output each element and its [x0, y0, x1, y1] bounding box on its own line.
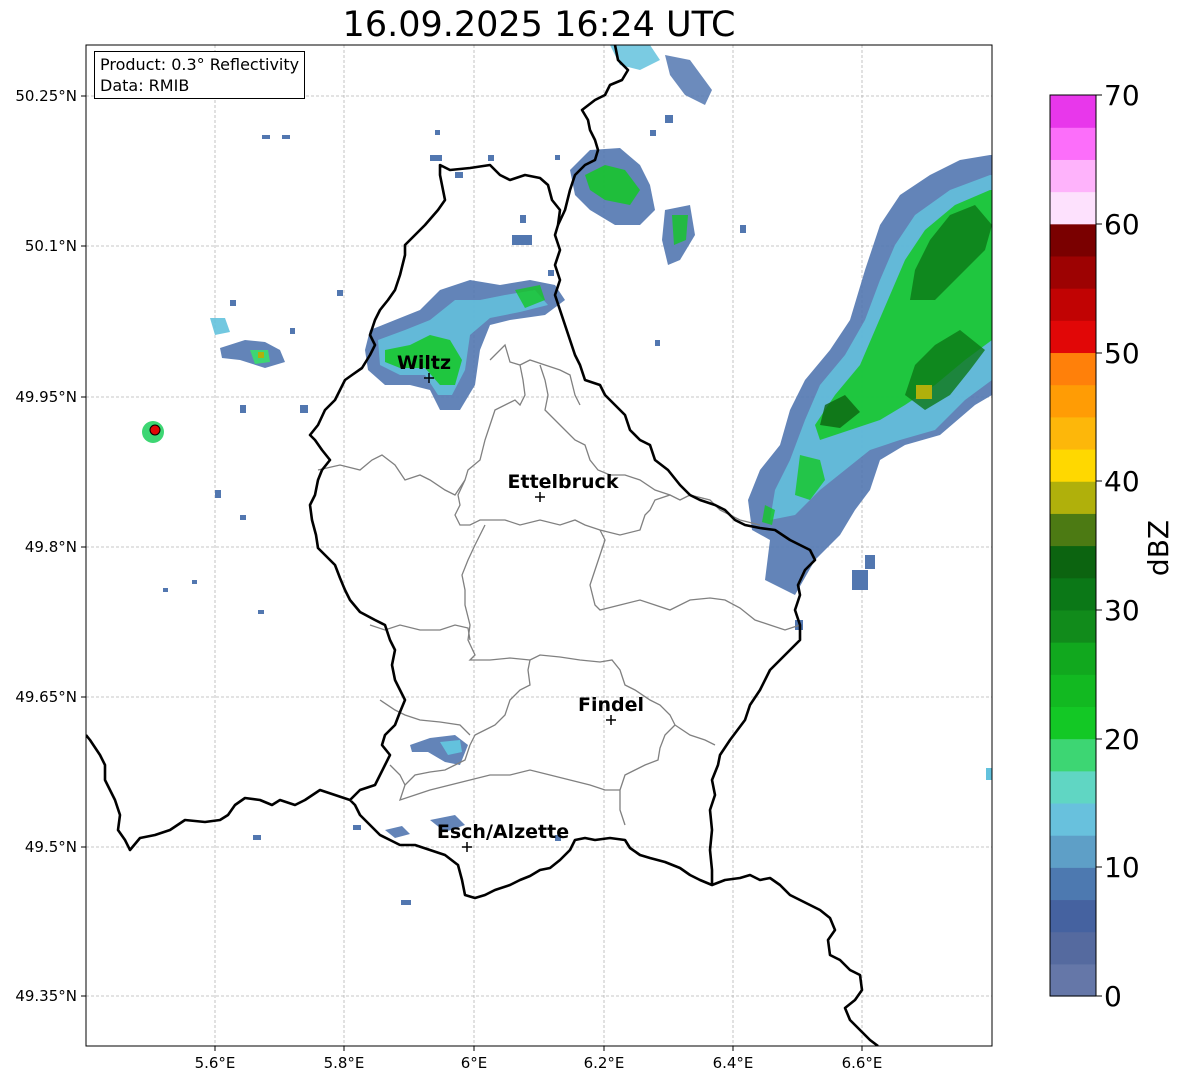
- colorbar-tick-label: 60: [1104, 208, 1140, 241]
- colorbar-segment: [1050, 513, 1096, 547]
- colorbar-segment: [1050, 288, 1096, 321]
- colorbar-segment: [1050, 770, 1096, 804]
- colorbar-segment: [1050, 931, 1096, 965]
- colorbar-segment: [1050, 577, 1096, 611]
- city-label-esch: Esch/Alzette: [437, 821, 569, 843]
- colorbar-segment: [1050, 706, 1096, 740]
- colorbar-segment: [1050, 384, 1096, 418]
- lat-tick-label: 49.95°N: [15, 388, 77, 406]
- colorbar-segment: [1050, 545, 1096, 579]
- map-area: [86, 45, 992, 1046]
- colorbar-segment: [1050, 609, 1096, 643]
- info-box: Product: 0.3° Reflectivity Data: RMIB: [94, 51, 306, 99]
- lat-tick-label: 49.65°N: [15, 688, 77, 706]
- colorbar-tick-label: 10: [1104, 851, 1140, 884]
- city-label-ettelbruck: Ettelbruck: [508, 471, 619, 493]
- lat-labels: 50.25°N 50.1°N 49.95°N 49.8°N 49.65°N 49…: [15, 87, 77, 1005]
- colorbar-segment: [1050, 95, 1096, 128]
- lon-tick-label: 6.4°E: [713, 1054, 754, 1072]
- colorbar-segment: [1050, 127, 1096, 160]
- lon-tick-label: 6.6°E: [842, 1054, 883, 1072]
- colorbar-segment: [1050, 191, 1096, 225]
- colorbar-segment: [1050, 867, 1096, 901]
- city-label-wiltz: Wiltz: [397, 352, 451, 374]
- colorbar-segment: [1050, 642, 1096, 675]
- colorbar: 0 10 20 30 40 50 60 70 dBZ: [1049, 79, 1175, 1013]
- product-text: Product: 0.3° Reflectivity: [100, 55, 300, 74]
- colorbar-segment: [1050, 223, 1096, 257]
- colorbar-tick-label: 20: [1104, 723, 1140, 756]
- colorbar-tick-label: 0: [1104, 980, 1122, 1013]
- lon-tick-label: 5.8°E: [324, 1054, 365, 1072]
- data-source-text: Data: RMIB: [100, 76, 190, 95]
- colorbar-segment: [1050, 416, 1096, 450]
- city-label-findel: Findel: [578, 694, 644, 716]
- colorbar-tick-label: 70: [1104, 79, 1140, 112]
- colorbar-segment: [1050, 448, 1096, 482]
- colorbar-segment: [1050, 159, 1096, 193]
- lat-tick-label: 49.8°N: [25, 538, 77, 556]
- lon-labels: 5.6°E 5.8°E 6°E 6.2°E 6.4°E 6.6°E: [195, 1054, 883, 1072]
- colorbar-segment: [1050, 835, 1096, 868]
- radar-site-marker: [149, 424, 161, 436]
- colorbar-tick-label: 30: [1104, 594, 1140, 627]
- echo-east-peak: [916, 385, 932, 399]
- colorbar-segments: [1050, 95, 1096, 997]
- lon-tick-label: 5.6°E: [195, 1054, 236, 1072]
- colorbar-segment: [1050, 802, 1096, 836]
- colorbar-segment: [1050, 481, 1096, 514]
- colorbar-tick-label: 40: [1104, 465, 1140, 498]
- colorbar-segment: [1050, 738, 1096, 772]
- colorbar-unit-label: dBZ: [1142, 520, 1175, 576]
- lat-tick-label: 50.1°N: [25, 237, 77, 255]
- colorbar-segment: [1050, 899, 1096, 933]
- lat-tick-label: 49.35°N: [15, 987, 77, 1005]
- lat-tick-label: 50.25°N: [15, 87, 77, 105]
- colorbar-tick-label: 50: [1104, 337, 1140, 370]
- colorbar-segment: [1050, 674, 1096, 707]
- colorbar-segment: [1050, 963, 1096, 997]
- colorbar-segment: [1050, 352, 1096, 386]
- lon-tick-label: 6°E: [461, 1054, 488, 1072]
- colorbar-segment: [1050, 320, 1096, 354]
- colorbar-segment: [1050, 255, 1096, 289]
- lat-tick-label: 49.5°N: [25, 838, 77, 856]
- lon-tick-label: 6.2°E: [584, 1054, 625, 1072]
